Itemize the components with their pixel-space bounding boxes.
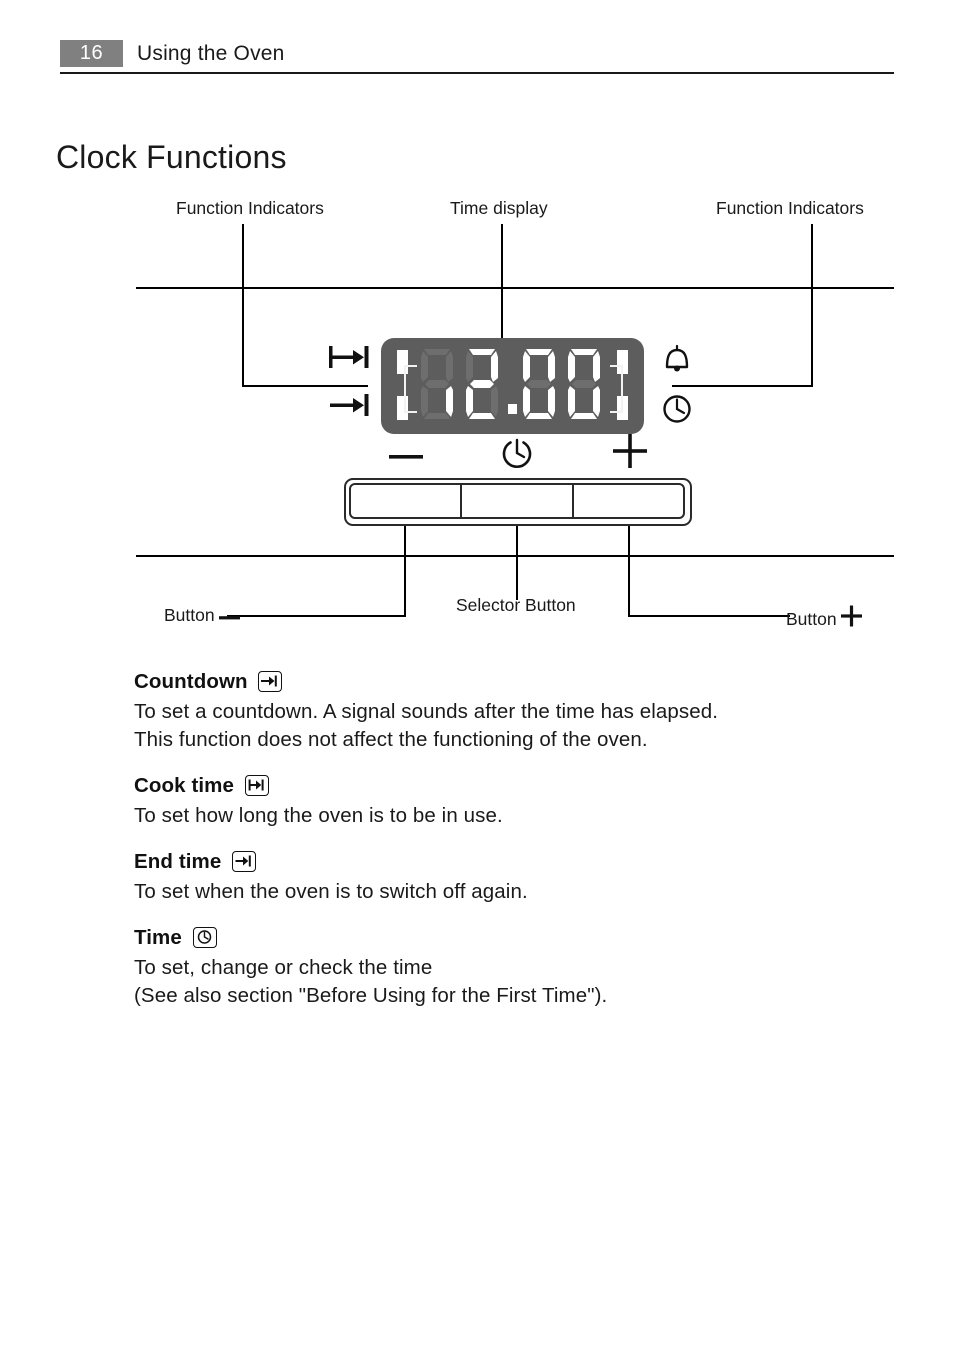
display-digit-1	[421, 349, 453, 419]
clock-indicator-icon	[660, 392, 694, 431]
leader-drop-left	[242, 287, 244, 387]
header-divider	[60, 72, 894, 74]
function-heading-cook-time: Cook time	[134, 772, 894, 800]
page-header: 16 Using the Oven	[60, 40, 894, 74]
function-text-time-line-1: To set, change or check the time	[134, 956, 433, 979]
bell-indicator-icon	[660, 342, 694, 381]
seven-segment-digits	[417, 346, 609, 426]
function-entry-countdown: Countdown To set a countdown. A signal s…	[134, 668, 894, 754]
plus-button[interactable]	[574, 485, 683, 517]
minus-icon	[388, 450, 424, 469]
function-name-countdown: Countdown	[134, 670, 248, 693]
control-button-bar-inner	[349, 483, 685, 519]
display-decimal-point	[508, 404, 517, 414]
callout-button-plus-text: Button	[786, 609, 837, 629]
function-text-end-time-line-1: To set when the oven is to switch off ag…	[134, 880, 528, 903]
leader-arm-left	[242, 385, 368, 387]
bracket-left	[404, 365, 417, 413]
page-number-badge: 16	[60, 40, 123, 67]
leader-drop-button-plus	[628, 555, 630, 617]
leader-rule-bottom	[136, 555, 894, 557]
function-heading-countdown: Countdown	[134, 668, 894, 696]
leader-drop-button-selector	[516, 555, 518, 600]
cook-time-indicator-icon	[328, 344, 372, 375]
end-time-icon	[232, 851, 257, 872]
header-title: Using the Oven	[137, 42, 285, 65]
plus-icon-inline	[840, 605, 863, 632]
leader-arm-right	[672, 385, 813, 387]
clock-icon	[192, 927, 217, 948]
callout-button-minus: Button	[164, 605, 241, 628]
function-name-end-time: End time	[134, 850, 222, 873]
cook-time-icon	[244, 775, 269, 796]
time-display-panel	[381, 338, 644, 434]
function-entry-cook-time: Cook time To set how long the oven is to…	[134, 772, 894, 830]
selector-button[interactable]	[462, 485, 574, 517]
minus-icon-inline	[218, 607, 241, 628]
bracket-right	[610, 365, 623, 413]
callout-button-minus-text: Button	[164, 605, 215, 625]
callout-selector-button: Selector Button	[456, 595, 576, 615]
callout-button-plus: Button	[786, 605, 863, 632]
function-text-cook-time-line-1: To set how long the oven is to be in use…	[134, 804, 503, 827]
display-digit-3	[523, 349, 555, 419]
page-title: Clock Functions	[56, 139, 287, 176]
clock-functions-descriptions: Countdown To set a countdown. A signal s…	[134, 668, 894, 1010]
leader-stub-indicators-left	[242, 224, 244, 289]
leader-stub-indicators-right	[811, 224, 813, 289]
function-heading-time: Time	[134, 924, 894, 952]
display-digit-2	[466, 349, 498, 419]
function-text-countdown-line-2: This function does not affect the functi…	[134, 728, 648, 751]
plus-icon	[612, 433, 648, 474]
callout-function-indicators-left: Function Indicators	[176, 198, 324, 218]
button-symbol-row	[0, 432, 954, 482]
leader-rule-top	[136, 287, 894, 289]
function-text-countdown-line-1: To set a countdown. A signal sounds afte…	[134, 700, 719, 723]
function-name-cook-time: Cook time	[134, 774, 234, 797]
leader-drop-button-minus	[404, 555, 406, 617]
minus-button[interactable]	[351, 485, 463, 517]
callout-function-indicators-right: Function Indicators	[716, 198, 864, 218]
leader-arm-button-plus	[628, 615, 790, 617]
countdown-icon	[258, 671, 283, 692]
function-name-time: Time	[134, 926, 182, 949]
function-text-time-line-2: (See also section "Before Using for the …	[134, 984, 608, 1007]
leader-arm-button-minus	[227, 615, 406, 617]
leader-stub-time-display	[501, 224, 503, 289]
leader-drop-right	[811, 287, 813, 387]
control-button-bar	[344, 478, 692, 526]
clock-functions-diagram: Function Indicators Time display Functio…	[0, 180, 954, 650]
selector-clock-icon	[498, 434, 536, 479]
display-digit-4	[568, 349, 600, 419]
function-entry-end-time: End time To set when the oven is to swit…	[134, 848, 894, 906]
end-time-indicator-icon	[328, 392, 372, 423]
function-entry-time: Time To set, change or check the time (S…	[134, 924, 894, 1010]
function-heading-end-time: End time	[134, 848, 894, 876]
callout-time-display: Time display	[450, 198, 548, 218]
